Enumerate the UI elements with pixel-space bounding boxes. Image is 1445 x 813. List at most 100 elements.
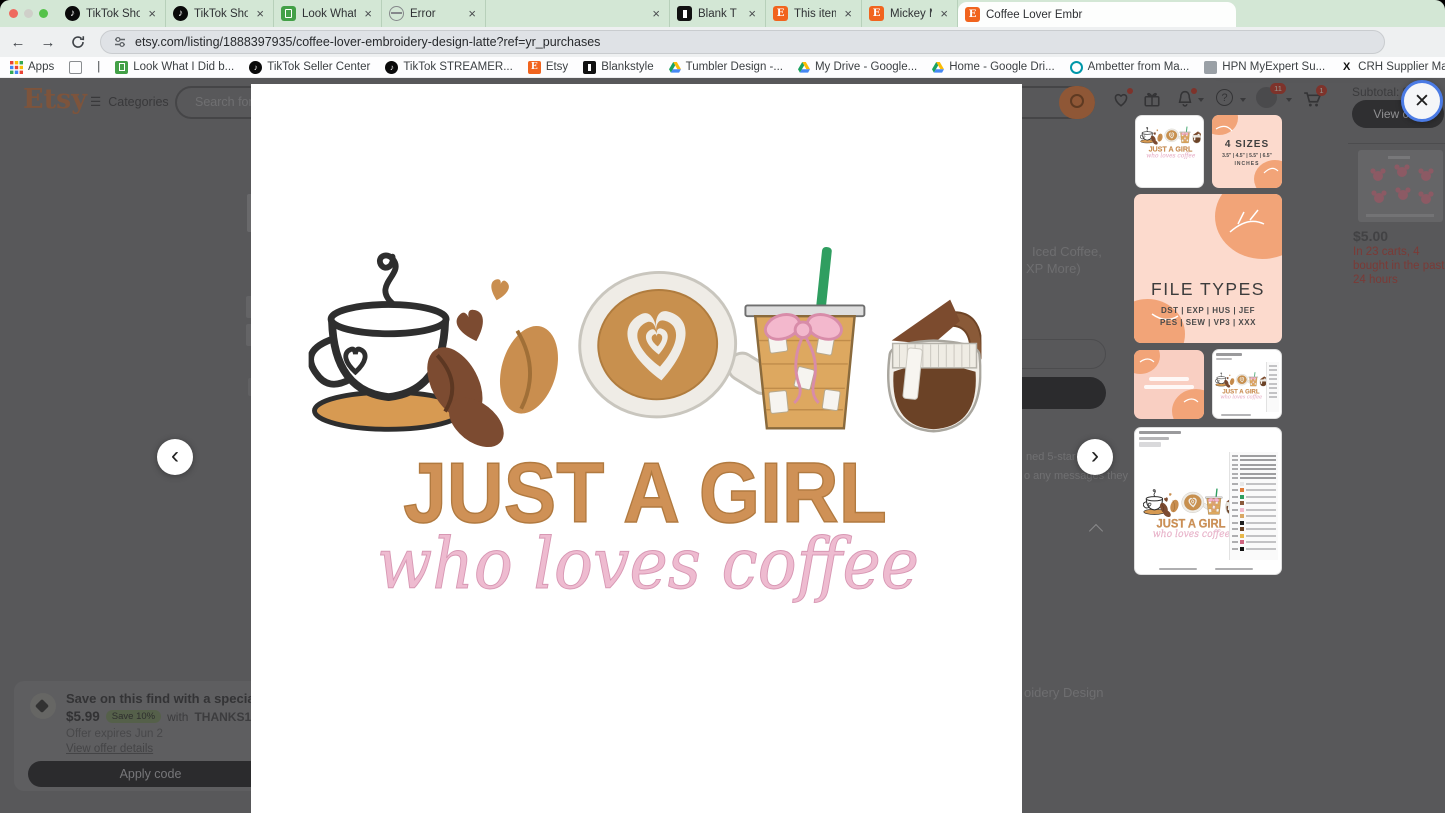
url-text: etsy.com/listing/1888397935/coffee-lover… <box>135 35 600 49</box>
tab-tiktok-streamer[interactable]: TikTok Shop Streamer Deskto × <box>166 0 274 27</box>
blank-favicon <box>493 6 508 21</box>
offer-expiry: Offer expires Jun 2 <box>66 728 163 740</box>
thumbnail-software-view[interactable] <box>1212 349 1282 419</box>
google-drive-icon <box>669 62 681 73</box>
listing-title-fragment: XP More) <box>1026 261 1081 276</box>
filetypes-row: PES | SEW | VP3 | XXX <box>1134 318 1282 327</box>
related-item-social-proof: In 23 carts, 4 bought in the past 24 hou… <box>1353 245 1444 287</box>
bookmark-hpn[interactable]: HPN MyExpert Su... <box>1204 61 1325 74</box>
status-bar <box>1159 568 1197 571</box>
bookmark-tumbler-design[interactable]: Tumbler Design -... <box>669 61 783 73</box>
tab-close-icon[interactable]: × <box>650 6 662 21</box>
google-drive-icon <box>798 62 810 73</box>
bookmarks-bar: Apps | Look What I Did b... TikTok Selle… <box>0 57 1445 78</box>
tab-close-icon[interactable]: × <box>746 6 758 21</box>
tab-label: Coffee Lover Embr <box>986 9 1229 21</box>
zoom-window-button[interactable] <box>39 9 48 18</box>
tab-tiktok-seller-center[interactable]: TikTok Shop Seller Center | U × <box>58 0 166 27</box>
bookmark-label: Apps <box>28 61 54 73</box>
apps-grid-icon <box>10 61 23 74</box>
tab-close-icon[interactable]: × <box>842 6 854 21</box>
thumbnail-file-types[interactable]: FILE TYPES DST | EXP | HUS | JEF PES | S… <box>1134 194 1282 343</box>
tab-look-what-i-did[interactable]: Look What I Did by IP - Produ × <box>274 0 382 27</box>
embroidery-design-image[interactable] <box>300 245 990 635</box>
bookmark-tiktok-streamer[interactable]: TikTok STREAMER... <box>385 61 512 74</box>
bookmarks-divider: | <box>97 61 100 73</box>
tab-label: Mickey Mouse Embroidery D <box>890 8 932 20</box>
bookmark-my-drive[interactable]: My Drive - Google... <box>798 61 917 73</box>
mini-design <box>1140 126 1201 162</box>
thumbnail-software-large[interactable] <box>1134 427 1282 575</box>
previous-image-button[interactable]: ‹ <box>157 439 193 475</box>
tab-strip: TikTok Shop Seller Center | U × TikTok S… <box>0 0 1445 27</box>
mini-design <box>1143 488 1239 544</box>
tab-close-icon[interactable]: × <box>466 6 478 21</box>
forward-button[interactable]: → <box>36 30 60 54</box>
offer-code: THANKS10 <box>194 710 257 724</box>
tab-coffee-lover-active[interactable]: Coffee Lover Embr <box>958 2 1236 27</box>
address-bar[interactable]: etsy.com/listing/1888397935/coffee-lover… <box>100 30 1385 54</box>
bookmark-etsy[interactable]: Etsy <box>528 61 568 74</box>
bookmark-tiktok-seller[interactable]: TikTok Seller Center <box>249 61 370 74</box>
etsy-icon <box>773 6 788 21</box>
bookmark-label: HPN MyExpert Su... <box>1222 61 1325 73</box>
tab-close-icon[interactable]: × <box>254 6 266 21</box>
bookmark-label: CRH Supplier Man... <box>1358 61 1445 73</box>
notifications-badge-dot <box>1191 88 1197 94</box>
bookmark-label: TikTok STREAMER... <box>403 61 512 73</box>
thumbnail-info-card[interactable] <box>1134 350 1204 419</box>
tiktok-icon <box>385 61 398 74</box>
bookmark-crh[interactable]: X CRH Supplier Man... <box>1340 61 1445 74</box>
back-button[interactable]: ← <box>6 30 30 54</box>
bookmark-label: Ambetter from Ma... <box>1088 61 1190 73</box>
offer-save-badge: Save 10% <box>106 710 161 723</box>
tab-item-unavailable[interactable]: This item is unavailable - Etsy × <box>766 0 862 27</box>
x-logo-icon: X <box>1340 61 1353 74</box>
bookmark-home-drive[interactable]: Home - Google Dri... <box>932 61 1054 73</box>
reload-button[interactable] <box>66 30 90 54</box>
bookmark-grid[interactable] <box>69 61 82 74</box>
tab-label: TikTok Shop Seller Center | U <box>86 8 140 20</box>
ambetter-icon <box>1070 61 1083 74</box>
gift-icon <box>1143 90 1161 108</box>
thumbnail-main-design[interactable] <box>1135 115 1204 188</box>
close-window-button[interactable] <box>9 9 18 18</box>
bookmark-ambetter[interactable]: Ambetter from Ma... <box>1070 61 1190 74</box>
tab-blank-t-shirts[interactable]: Blank T Shirts & Wholesale B × <box>670 0 766 27</box>
thumbnail-sizes[interactable]: 4 SIZES 3.5" | 4.5" | 5.5" | 6.5" INCHES <box>1212 115 1282 188</box>
categories-button: ☰Categories <box>90 94 169 109</box>
tab-close-icon[interactable]: × <box>938 6 950 21</box>
image-caption-bar <box>1388 156 1410 159</box>
bookmark-label: Home - Google Dri... <box>949 61 1054 73</box>
bookmark-look-what-i-did[interactable]: Look What I Did b... <box>115 61 234 74</box>
chevron-down-icon <box>1198 98 1204 102</box>
close-lightbox-button[interactable]: ✕ <box>1401 80 1443 122</box>
filetypes-row: DST | EXP | HUS | JEF <box>1134 306 1282 315</box>
hpn-icon <box>1204 61 1217 74</box>
tab-label: This item is unavailable - Etsy <box>794 8 836 20</box>
hamburger-icon: ☰ <box>90 94 101 109</box>
image-lightbox[interactable] <box>251 84 1022 813</box>
minimize-window-button[interactable] <box>24 9 33 18</box>
globe-icon <box>389 6 404 21</box>
window-title-bar <box>1216 353 1242 356</box>
toolbar-buttons <box>1139 442 1161 447</box>
tab-close-icon[interactable]: × <box>362 6 374 21</box>
tab-error[interactable]: Error × <box>382 0 486 27</box>
profile-badge: 11 <box>1270 83 1286 94</box>
text-bar <box>1149 377 1189 381</box>
bookmark-label: My Drive - Google... <box>815 61 917 73</box>
tab-label: Blank T Shirts & Wholesale B <box>698 8 740 20</box>
favorites-badge-dot <box>1127 88 1133 94</box>
bookmark-blankstyle[interactable]: Blankstyle <box>583 61 653 74</box>
tab-mickey-embroidery[interactable]: Mickey Mouse Embroidery D × <box>862 0 958 27</box>
blankstyle-icon <box>677 6 692 21</box>
offer-code-prefix: with <box>167 710 188 724</box>
next-image-button[interactable]: › <box>1077 439 1113 475</box>
tab-close-icon[interactable]: × <box>146 6 158 21</box>
tab-untitled[interactable]: × <box>486 0 670 27</box>
bookmark-apps[interactable]: Apps <box>10 61 54 74</box>
etsy-icon <box>528 61 541 74</box>
tiktok-icon <box>173 6 188 21</box>
etsy-icon <box>869 6 884 21</box>
